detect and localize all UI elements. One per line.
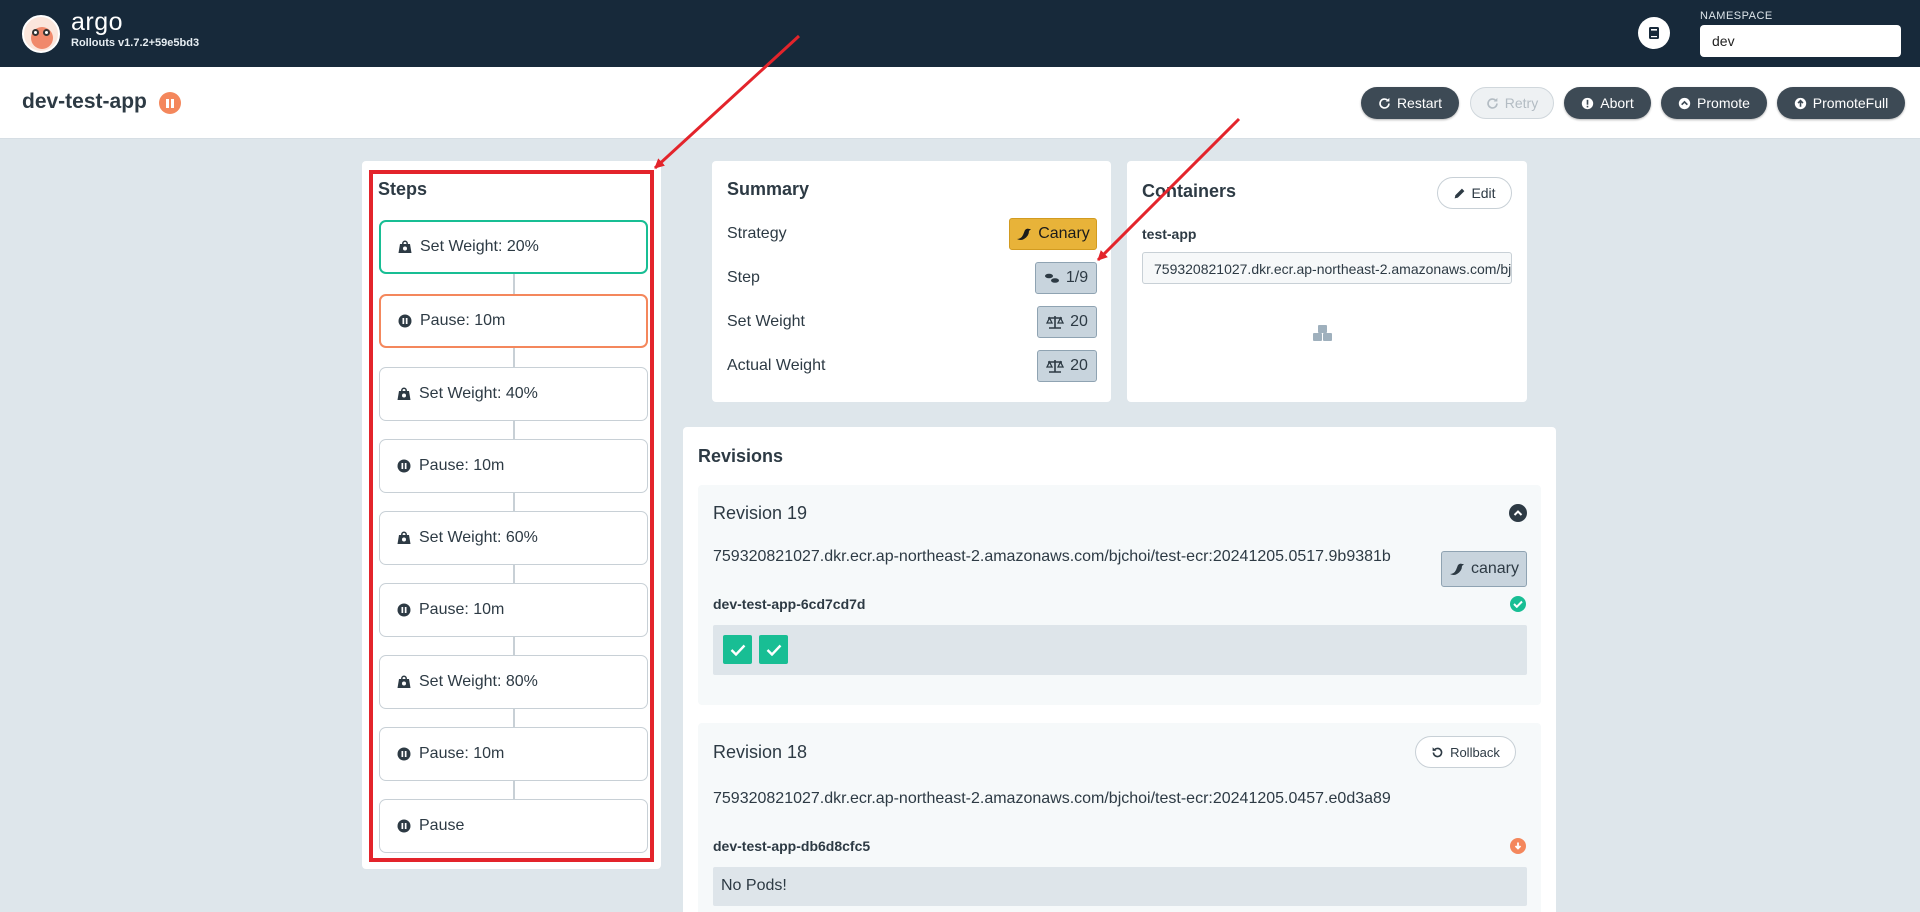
balance-scale-icon	[1046, 360, 1065, 373]
docs-book-icon[interactable]	[1638, 17, 1670, 49]
pencil-icon	[1455, 188, 1465, 198]
shoe-prints-icon	[1044, 273, 1059, 283]
promote-button[interactable]: Promote	[1661, 87, 1767, 119]
revision-image: 759320821027.dkr.ecr.ap-northeast-2.amaz…	[713, 790, 1391, 807]
strategy-label: Strategy	[727, 225, 787, 242]
chevron-circle-up-icon	[1678, 97, 1691, 109]
pods-container	[713, 625, 1527, 675]
step-value: 1/9	[1065, 269, 1089, 286]
strategy-value: Canary	[1038, 225, 1090, 242]
canary-tag: canary	[1441, 551, 1527, 587]
no-pods-text: No Pods!	[721, 877, 787, 894]
set-weight-label: Set Weight	[727, 313, 805, 330]
collapse-chevron-up-icon[interactable]	[1509, 504, 1527, 522]
revision-image: 759320821027.dkr.ecr.ap-northeast-2.amaz…	[713, 548, 1391, 565]
replicaset-name: dev-test-app-6cd7cd7d	[713, 596, 866, 612]
rollback-button[interactable]: Rollback	[1415, 736, 1516, 768]
redo-icon	[1486, 97, 1498, 109]
balance-scale-icon	[1046, 316, 1065, 329]
step-badge: 1/9	[1035, 262, 1097, 294]
restart-label: Restart	[1396, 95, 1443, 111]
actual-weight-badge: 20	[1037, 350, 1097, 382]
namespace-input[interactable]	[1700, 25, 1901, 57]
set-weight-badge: 20	[1037, 306, 1097, 338]
arrow-circle-down-icon	[1510, 838, 1526, 854]
paused-status-icon	[159, 92, 181, 114]
top-navbar: argo Rollouts v1.7.2+59e5bd3 NAMESPACE	[0, 0, 1920, 67]
brand-version: Rollouts v1.7.2+59e5bd3	[71, 37, 200, 49]
annotation-highlight-box	[369, 170, 654, 862]
dove-icon	[1449, 563, 1464, 575]
revisions-title: Revisions	[698, 446, 784, 466]
abort-label: Abort	[1600, 95, 1634, 111]
container-image-field[interactable]: 759320821027.dkr.ecr.ap-northeast-2.amaz…	[1142, 252, 1512, 284]
pods-container	[713, 867, 1527, 906]
pod-running[interactable]	[759, 635, 788, 664]
revision-title: Revision 18	[713, 742, 808, 762]
promote-full-label: PromoteFull	[1812, 95, 1889, 111]
abort-button[interactable]: Abort	[1564, 87, 1651, 119]
retry-button[interactable]: Retry	[1470, 87, 1554, 119]
promote-full-button[interactable]: PromoteFull	[1777, 87, 1905, 119]
step-label: Step	[727, 269, 760, 286]
container-name: test-app	[1142, 226, 1197, 242]
replicaset-name: dev-test-app-db6d8cfc5	[713, 838, 871, 854]
edit-containers-button[interactable]: Edit	[1437, 177, 1512, 209]
containers-title: Containers	[1142, 181, 1237, 201]
cubes-icon	[1312, 324, 1334, 347]
actual-weight-label: Actual Weight	[727, 357, 826, 374]
promote-label: Promote	[1697, 95, 1750, 111]
arrow-circle-up-icon	[1794, 97, 1806, 109]
pod-running[interactable]	[723, 635, 752, 664]
rollout-title: dev-test-app	[22, 90, 147, 113]
brand-name: argo	[71, 8, 124, 36]
edit-label: Edit	[1471, 185, 1496, 201]
check-icon	[730, 644, 745, 656]
set-weight-value: 20	[1070, 313, 1088, 330]
argo-logo-icon[interactable]	[22, 15, 60, 53]
retry-label: Retry	[1504, 95, 1539, 111]
rollback-label: Rollback	[1450, 744, 1500, 760]
restart-button[interactable]: Restart	[1361, 87, 1459, 119]
sync-icon	[1379, 97, 1390, 109]
check-icon	[766, 644, 781, 656]
canary-tag-label: canary	[1470, 560, 1520, 577]
actual-weight-value: 20	[1070, 357, 1088, 374]
dove-icon	[1017, 228, 1032, 240]
exclamation-circle-icon	[1582, 97, 1594, 109]
revision-title: Revision 19	[713, 503, 808, 523]
summary-title: Summary	[727, 179, 810, 199]
undo-icon	[1432, 746, 1443, 757]
check-circle-icon	[1510, 596, 1526, 612]
strategy-badge: Canary	[1009, 218, 1097, 250]
namespace-label: NAMESPACE	[1700, 10, 1773, 22]
